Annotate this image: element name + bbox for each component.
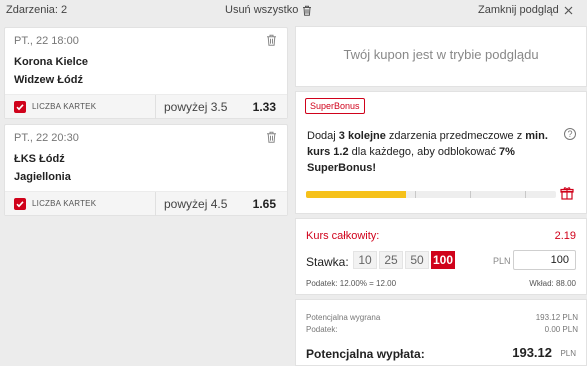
events-count: Zdarzenia: 2 <box>6 4 68 16</box>
stake-chip-50[interactable]: 50 <box>405 251 429 269</box>
bet-market-row[interactable]: LICZBA KARTEK powyżej 3.5 1.33 <box>5 94 287 119</box>
divider <box>155 95 156 119</box>
payout-currency: PLN <box>560 349 576 358</box>
stake-panel: Kurs całkowity: 2.19 Stawka: 10 25 50 10… <box>295 218 587 295</box>
close-icon <box>564 6 573 14</box>
market-label: LICZBA KARTEK <box>32 199 97 208</box>
event-date: PT., 22 18:00 <box>14 35 79 47</box>
progress-fill <box>306 191 406 198</box>
divider <box>155 192 156 216</box>
checkbox[interactable] <box>14 101 26 113</box>
total-odds-label: Kurs całkowity: <box>306 230 380 242</box>
superbonus-progress-bar <box>306 191 556 198</box>
trash-icon <box>303 5 312 16</box>
remove-all-label: Usuń wszystko <box>225 4 299 16</box>
payout-label: Potencjalna wypłata: <box>306 347 425 361</box>
currency-label: PLN <box>493 256 511 266</box>
tax-note: Podatek: 12.00% = 12.00 <box>306 279 397 288</box>
checkbox[interactable] <box>14 198 26 210</box>
bet-card: PT., 22 20:30 ŁKS Łódź Jagiellonia LICZB… <box>4 124 288 216</box>
market-label: LICZBA KARTEK <box>32 102 97 111</box>
potential-win-row: Potencjalna wygrana 193.12 PLN <box>306 313 578 322</box>
tax-value: 0.00 PLN <box>544 325 578 334</box>
progress-tick <box>470 191 471 198</box>
progress-tick <box>525 191 526 198</box>
gift-icon <box>560 187 574 200</box>
superbonus-badge: SuperBonus <box>305 98 365 114</box>
superbonus-panel: SuperBonus Dodaj 3 kolejne zdarzenia prz… <box>295 91 587 214</box>
preview-message: Twój kupon jest w trybie podglądu <box>343 47 539 62</box>
sb-text-part: zdarzenia przedmeczowe z <box>385 130 526 142</box>
home-team: Korona Kielce <box>14 56 88 68</box>
sb-text-part: dla każdego, aby odblokować <box>348 146 500 158</box>
stake-chip-10[interactable]: 10 <box>353 251 377 269</box>
stake-input[interactable] <box>513 250 576 270</box>
wager-amount: Wkład: 88.00 <box>529 279 576 288</box>
away-team: Jagiellonia <box>14 171 71 183</box>
close-preview-button[interactable]: Zamknij podgląd <box>478 4 573 16</box>
payout-summary: Potencjalna wygrana 193.12 PLN Podatek: … <box>295 299 587 366</box>
tax-row: Podatek: 0.00 PLN <box>306 325 578 334</box>
superbonus-text: Dodaj 3 kolejne zdarzenia przedmeczowe z… <box>307 128 552 176</box>
stake-chips: 10 25 50 100 <box>353 251 455 269</box>
remove-all-button[interactable]: Usuń wszystko <box>225 4 312 16</box>
checkmark-icon <box>16 201 24 208</box>
help-icon[interactable]: ? <box>564 128 576 140</box>
payout-value: 193.12 <box>512 345 552 360</box>
close-preview-label: Zamknij podgląd <box>478 4 559 16</box>
selection-label: powyżej 3.5 <box>164 100 228 114</box>
bet-market-row[interactable]: LICZBA KARTEK powyżej 4.5 1.65 <box>5 191 287 216</box>
odd-value: 1.65 <box>252 197 276 211</box>
stake-label: Stawka: <box>306 255 349 269</box>
potential-win-label: Potencjalna wygrana <box>306 313 381 322</box>
potential-win-value: 193.12 PLN <box>535 313 578 322</box>
bet-list: PT., 22 18:00 Korona Kielce Widzew Łódź … <box>0 22 290 366</box>
selection-label: powyżej 4.5 <box>164 197 228 211</box>
home-team: ŁKS Łódź <box>14 153 65 165</box>
coupon-panel: Twój kupon jest w trybie podglądu SuperB… <box>295 22 587 366</box>
checkmark-icon <box>16 104 24 111</box>
sb-text-bold: 3 kolejne <box>338 130 386 142</box>
sb-text-part: Dodaj <box>307 130 339 142</box>
trash-icon[interactable] <box>266 34 277 46</box>
total-odds-value: 2.19 <box>554 230 576 242</box>
progress-tick <box>415 191 416 198</box>
tax-label: Podatek: <box>306 325 338 334</box>
event-date: PT., 22 20:30 <box>14 132 79 144</box>
bet-card: PT., 22 18:00 Korona Kielce Widzew Łódź … <box>4 27 288 119</box>
betslip-header: Zdarzenia: 2 Usuń wszystko Zamknij podgl… <box>0 0 587 22</box>
trash-icon[interactable] <box>266 131 277 143</box>
preview-notice: Twój kupon jest w trybie podglądu <box>295 26 587 87</box>
stake-chip-25[interactable]: 25 <box>379 251 403 269</box>
stake-chip-100[interactable]: 100 <box>431 251 455 269</box>
away-team: Widzew Łódź <box>14 74 83 86</box>
odd-value: 1.33 <box>252 100 276 114</box>
